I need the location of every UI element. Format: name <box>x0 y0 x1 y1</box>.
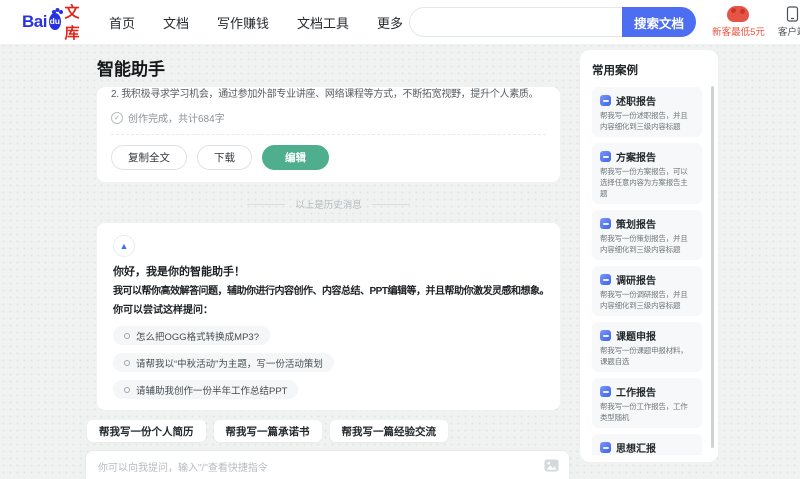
nav-link-doc-tools[interactable]: 文档工具 <box>291 9 355 36</box>
case-title: 调研报告 <box>616 276 656 287</box>
report-icon <box>600 386 611 397</box>
top-navbar: Bai du 文库 首页 文档 写作赚钱 文档工具 更多 搜索文档 新客最低5元 <box>0 0 800 45</box>
assistant-intro: 我可以帮你高效解答问题，辅助你进行内容创作、内容总结、PPT编辑等，并且帮助你激… <box>113 286 549 297</box>
search-bar: 搜索文档 <box>409 7 697 37</box>
suggestion-chip[interactable]: 怎么把OGG格式转换成MP3? <box>113 326 270 345</box>
search-input[interactable] <box>409 7 623 37</box>
sidebar-scrollbar[interactable] <box>711 86 714 448</box>
chip-bullet-icon <box>124 332 130 339</box>
logo-bai-text: Bai <box>22 12 47 31</box>
case-card-work-report[interactable]: 工作报告 帮我写一份工作报告，工作类型随机 <box>592 378 702 428</box>
chip-bullet-icon <box>124 386 130 393</box>
assistant-main-column: 智能助手 2. 我积极寻求学习机会，通过参加外部专业讲座、网络课程等方式，不断拓… <box>85 45 572 479</box>
case-title: 策划报告 <box>616 220 656 231</box>
case-title: 方案报告 <box>616 153 656 164</box>
promo-mascot-icon <box>727 6 750 22</box>
search-docs-button[interactable]: 搜索文档 <box>622 7 697 37</box>
suggestion-chip-label: 请辅助我创作一份半年工作总结PPT <box>136 385 288 397</box>
nav-link-documents[interactable]: 文档 <box>157 9 195 36</box>
screen: Bai du 文库 首页 文档 写作赚钱 文档工具 更多 搜索文档 新客最低5元 <box>0 0 800 479</box>
report-icon <box>600 330 611 341</box>
suggestion-chip[interactable]: 请辅助我创作一份半年工作总结PPT <box>113 380 299 399</box>
case-title: 工作报告 <box>616 388 656 399</box>
assistant-avatar-icon: ▲ <box>113 235 135 257</box>
promo-entry[interactable]: 新客最低5元 <box>712 6 765 38</box>
case-desc: 帮我写一份述职报告，并且内容细化到三级内容标题 <box>600 111 688 131</box>
client-label: 客户端 <box>777 27 800 38</box>
suggestion-chip-label: 怎么把OGG格式转换成MP3? <box>136 331 259 343</box>
check-circle-icon: ✓ <box>111 111 123 124</box>
common-cases-panel: 常用案例 述职报告 帮我写一份述职报告，并且内容细化到三级内容标题 方案报告 帮… <box>580 50 718 462</box>
nav-link-writing-earn[interactable]: 写作赚钱 <box>211 9 275 36</box>
case-card-plan-report[interactable]: 方案报告 帮我写一份方案报告，可以选择任意内容为方案报告主题 <box>592 143 702 204</box>
navbar-right-cluster: 新客最低5元 客户端 看过 <box>712 6 800 38</box>
assistant-greeting: 你好，我是你的智能助手！ <box>113 266 245 278</box>
nav-links: 首页 文档 写作赚钱 文档工具 更多 <box>103 9 409 36</box>
history-message-card: 2. 我积极寻求学习机会，通过参加外部专业讲座、网络课程等方式，不断拓宽视野，提… <box>97 87 560 182</box>
nav-link-more[interactable]: 更多 <box>371 9 409 36</box>
creation-status-row: ✓ 创作完成，共计684字 <box>111 110 546 125</box>
baidu-wenku-logo[interactable]: Bai du 文库 <box>22 1 85 43</box>
quick-prompt-experience[interactable]: 帮我写一篇经验交流 <box>329 420 448 442</box>
download-button[interactable]: 下载 <box>197 145 252 170</box>
quick-prompt-resume[interactable]: 帮我写一份个人简历 <box>87 420 206 442</box>
case-desc: 帮我写一份策划报告，并且内容细化到三级内容标题 <box>600 234 688 254</box>
case-desc: 帮我写一份调研报告，并且内容细化到三级内容标题 <box>600 290 688 310</box>
copy-full-text-button[interactable]: 复制全文 <box>111 145 187 170</box>
report-icon <box>600 274 611 285</box>
history-divider-label: 以上是历史消息 <box>85 197 572 211</box>
baidu-paw-icon: du <box>48 9 61 30</box>
case-card-planning-report[interactable]: 策划报告 帮我写一份策划报告，并且内容细化到三级内容标题 <box>592 210 702 260</box>
case-card-research-report[interactable]: 调研报告 帮我写一份调研报告，并且内容细化到三级内容标题 <box>592 266 702 316</box>
report-icon <box>600 95 611 106</box>
client-entry[interactable]: 客户端 <box>778 6 800 38</box>
chip-bullet-icon <box>124 359 130 366</box>
promo-label: 新客最低5元 <box>712 27 765 38</box>
dashed-divider <box>111 134 546 135</box>
page-title: 智能助手 <box>97 60 165 79</box>
history-clipped-text: 2. 我积极寻求学习机会，通过参加外部专业讲座、网络课程等方式，不断拓宽视野，提… <box>111 89 539 100</box>
case-card-debriefing-report[interactable]: 述职报告 帮我写一份述职报告，并且内容细化到三级内容标题 <box>592 87 702 137</box>
phone-icon <box>786 6 798 22</box>
image-upload-icon[interactable] <box>544 459 559 472</box>
suggestion-chip-label: 请帮我以“中秋活动”为主题，写一份活动策划 <box>136 358 323 370</box>
case-title: 课题申报 <box>616 332 656 343</box>
quick-prompt-commitment[interactable]: 帮我写一篇承诺书 <box>213 420 322 442</box>
suggestion-chips: 怎么把OGG格式转换成MP3? 请帮我以“中秋活动”为主题，写一份活动策划 请辅… <box>113 326 544 399</box>
common-cases-title: 常用案例 <box>592 65 638 77</box>
case-desc: 帮我写一份课题申报材料，课题自选 <box>600 346 688 366</box>
assistant-welcome-card: ▲ 你好，我是你的智能助手！ 我可以帮你高效解答问题，辅助你进行内容创作、内容总… <box>97 223 560 410</box>
case-card-thought-report[interactable]: 思想汇报 帮我写一份思想汇报 <box>592 434 702 455</box>
case-card-project-application[interactable]: 课题申报 帮我写一份课题申报材料，课题自选 <box>592 322 702 372</box>
report-icon <box>600 442 611 453</box>
case-title: 述职报告 <box>616 97 656 108</box>
composer-input[interactable] <box>98 459 537 479</box>
case-list: 述职报告 帮我写一份述职报告，并且内容细化到三级内容标题 方案报告 帮我写一份方… <box>592 87 708 455</box>
report-icon <box>600 218 611 229</box>
history-actions: 复制全文 下载 编辑 <box>111 145 546 170</box>
message-composer: 0/400 ↵ <box>85 450 570 479</box>
case-desc: 帮我写一份工作报告，工作类型随机 <box>600 402 688 422</box>
logo-wenku-text: 文库 <box>64 4 80 42</box>
creation-status-text: 创作完成，共计684字 <box>128 114 225 125</box>
report-icon <box>600 151 611 162</box>
assistant-hint: 你可以尝试这样提问： <box>113 305 213 316</box>
quick-prompt-tabs: 帮我写一份个人简历 帮我写一篇承诺书 帮我写一篇经验交流 <box>87 420 572 442</box>
edit-button[interactable]: 编辑 <box>262 145 329 170</box>
case-title: 思想汇报 <box>616 444 656 455</box>
nav-link-home[interactable]: 首页 <box>103 9 141 36</box>
suggestion-chip[interactable]: 请帮我以“中秋活动”为主题，写一份活动策划 <box>113 353 334 372</box>
case-desc: 帮我写一份方案报告，可以选择任意内容为方案报告主题 <box>600 167 688 198</box>
